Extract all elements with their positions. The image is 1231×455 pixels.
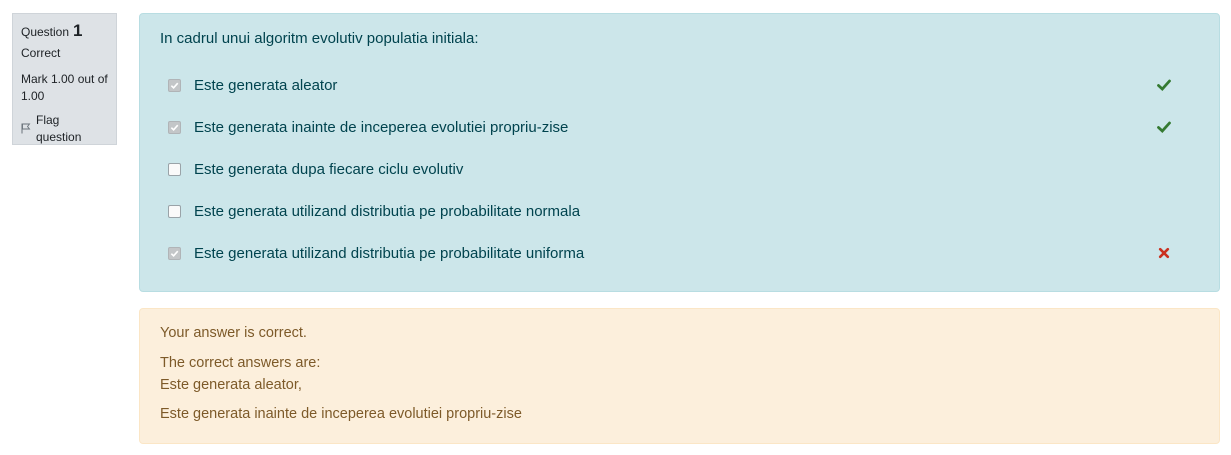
answer-label: Este generata utilizand distributia pe p…	[194, 244, 585, 262]
answer-label: Este generata inainte de inceperea evolu…	[194, 118, 569, 136]
answer-checkbox[interactable]	[168, 78, 181, 92]
checkmark-icon	[170, 250, 179, 257]
answer-checkbox[interactable]	[168, 162, 181, 176]
answer-checkbox[interactable]	[168, 204, 181, 218]
correct-icon	[1157, 121, 1171, 133]
quiz-review-page: Question 1 Correct Mark 1.00 out of 1.00…	[0, 0, 1231, 455]
incorrect-icon	[1158, 247, 1170, 259]
correct-icon	[1157, 79, 1171, 91]
question-grade: Mark 1.00 out of 1.00	[21, 71, 108, 104]
feedback-box: Your answer is correct. The correct answ…	[139, 308, 1220, 444]
answer-option: Este generata utilizand distributia pe p…	[160, 232, 1199, 274]
correct-answer-1: Este generata aleator,	[160, 376, 302, 393]
answer-list: Este generata aleator Este generata inain…	[160, 64, 1199, 274]
checkmark-icon	[170, 124, 179, 131]
correct-answer-2: Este generata inainte de inceperea evolu…	[160, 406, 522, 423]
correct-answers-heading: The correct answers are:	[160, 354, 321, 371]
answer-label: Este generata dupa fiecare ciclu evoluti…	[194, 160, 464, 178]
answer-option: Este generata utilizand distributia pe p…	[160, 190, 1199, 232]
flag-icon	[21, 123, 31, 134]
question-state: Correct	[21, 46, 61, 61]
answer-checkbox[interactable]	[168, 246, 181, 260]
question-number: Question 1	[21, 22, 108, 41]
answer-option: Este generata dupa fiecare ciclu evoluti…	[160, 148, 1199, 190]
answer-checkbox[interactable]	[168, 120, 181, 134]
flag-question-link[interactable]: Flag question	[21, 112, 108, 147]
question-text: In cadrul unui algoritm evolutiv populat…	[160, 30, 479, 47]
question-formulation: In cadrul unui algoritm evolutiv populat…	[139, 13, 1220, 292]
flag-question-label: Flag question	[36, 112, 82, 144]
question-number-value: 1	[73, 21, 83, 40]
answer-option: Este generata aleator	[160, 64, 1199, 106]
feedback-result: Your answer is correct.	[160, 325, 307, 341]
question-info: Question 1 Correct Mark 1.00 out of 1.00…	[12, 13, 117, 145]
answer-label: Este generata aleator	[194, 76, 338, 94]
question-label: Question	[21, 25, 70, 39]
answer-label: Este generata utilizand distributia pe p…	[194, 202, 581, 220]
answer-option: Este generata inainte de inceperea evolu…	[160, 106, 1199, 148]
checkmark-icon	[170, 82, 179, 89]
